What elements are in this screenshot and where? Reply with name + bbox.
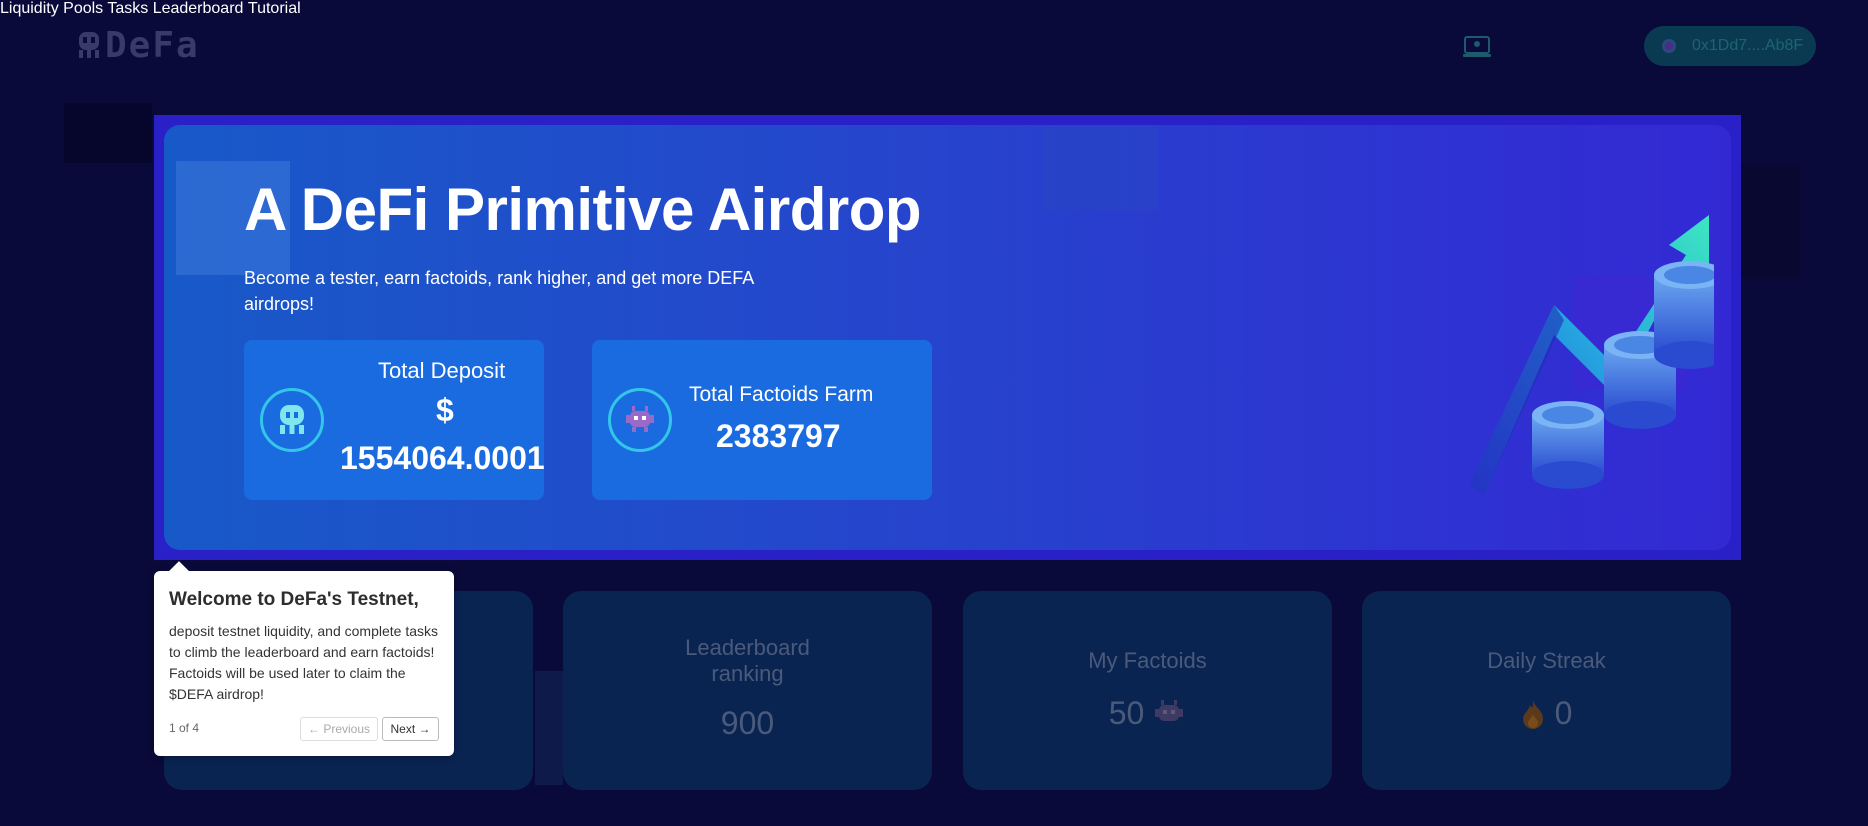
nav-liquidity-pools[interactable]: Liquidity Pools <box>0 0 103 17</box>
tour-title: Welcome to DeFa's Testnet, <box>169 589 419 610</box>
total-factoids-card: Total Factoids Farm 2383797 <box>592 340 932 500</box>
logo-icon <box>79 32 99 58</box>
leaderboard-ranking-label-2: ranking <box>711 661 784 686</box>
logo[interactable]: DeFa <box>77 25 200 66</box>
top-nav: DeFa Liquidity Pools Tasks Leaderboard T… <box>0 0 1868 95</box>
hero-title: A DeFi Primitive Airdrop <box>244 176 922 243</box>
nav-tasks[interactable]: Tasks <box>107 0 148 17</box>
tour-previous-button[interactable]: ← Previous <box>300 717 378 741</box>
decor-square <box>64 103 152 163</box>
ghost-icon <box>260 388 324 452</box>
hero-subtitle: Become a tester, earn factoids, rank hig… <box>244 268 754 314</box>
daily-streak-label: Daily Streak <box>1487 648 1606 673</box>
total-deposit-label: Total Deposit <box>378 358 506 383</box>
daily-streak-value: 0 <box>1554 695 1573 731</box>
coins-arrow-illustration <box>1469 215 1714 495</box>
total-factoids-value: 2383797 <box>716 418 841 454</box>
total-deposit-currency: $ <box>436 392 454 428</box>
wallet-avatar-icon <box>1662 39 1676 53</box>
nav-leaderboard[interactable]: Leaderboard <box>153 0 244 17</box>
leaderboard-ranking-value: 900 <box>720 705 775 741</box>
logo-text: DeFa <box>105 24 200 66</box>
decor-square <box>1044 125 1158 210</box>
my-factoids-card: My Factoids 50 <box>963 591 1332 790</box>
wallet-address: 0x1Dd7....Ab8F <box>1692 37 1804 54</box>
tour-body: deposit testnet liquidity, and complete … <box>169 623 439 702</box>
alien-icon <box>1155 699 1184 721</box>
total-factoids-label: Total Factoids Farm <box>689 383 874 406</box>
popover-arrow <box>169 561 189 581</box>
total-deposit-card: Total Deposit $ 1554064.0001 <box>244 340 545 500</box>
daily-streak-card: Daily Streak 0 <box>1362 591 1731 790</box>
leaderboard-ranking-label-1: Leaderboard <box>685 635 810 660</box>
alien-icon <box>608 388 672 452</box>
my-factoids-value: 50 <box>1108 695 1145 731</box>
nav-tutorial[interactable]: Tutorial <box>248 0 301 17</box>
hero-banner: A DeFi Primitive Airdrop Become a tester… <box>164 125 1731 550</box>
total-deposit-value: 1554064.0001 <box>340 440 545 476</box>
flame-icon <box>1522 699 1543 729</box>
decor-square <box>535 671 563 785</box>
leaderboard-ranking-card: Leaderboard ranking 900 <box>563 591 932 790</box>
wallet-button[interactable]: 0x1Dd7....Ab8F <box>1644 26 1816 66</box>
my-factoids-label: My Factoids <box>1088 648 1207 673</box>
onboarding-tour-popover: Welcome to DeFa's Testnet, deposit testn… <box>154 561 454 756</box>
tour-progress: 1 of 4 <box>169 721 200 735</box>
tutorial-icon <box>1463 36 1491 63</box>
tour-next-button[interactable]: Next → <box>382 717 439 741</box>
